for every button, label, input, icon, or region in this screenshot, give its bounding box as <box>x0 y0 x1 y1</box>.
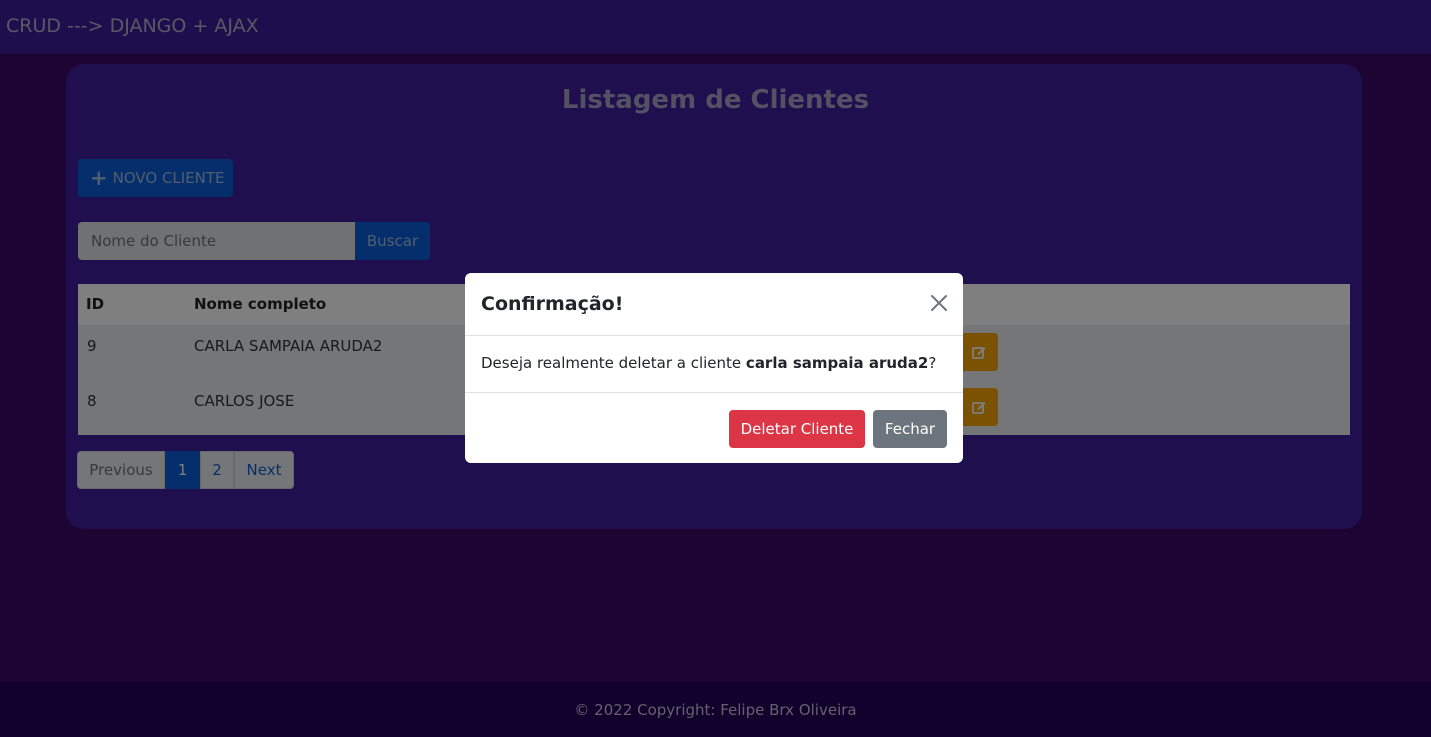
modal-message-suffix: ? <box>928 354 937 372</box>
modal-body: Deseja realmente deletar a cliente carla… <box>481 354 936 372</box>
modal-header: Confirmação! <box>465 273 963 336</box>
modal-close-button[interactable] <box>929 293 949 313</box>
close-icon <box>931 295 947 311</box>
modal-message-prefix: Deseja realmente deletar a cliente <box>481 354 746 372</box>
modal-title: Confirmação! <box>481 293 624 315</box>
modal-client-name: carla sampaia aruda2 <box>745 354 929 372</box>
close-modal-button[interactable]: Fechar <box>873 410 947 448</box>
modal-footer: Deletar Cliente Fechar <box>465 392 963 463</box>
delete-client-button[interactable]: Deletar Cliente <box>729 410 865 448</box>
confirm-delete-modal: Confirmação! Deseja realmente deletar a … <box>465 273 963 463</box>
